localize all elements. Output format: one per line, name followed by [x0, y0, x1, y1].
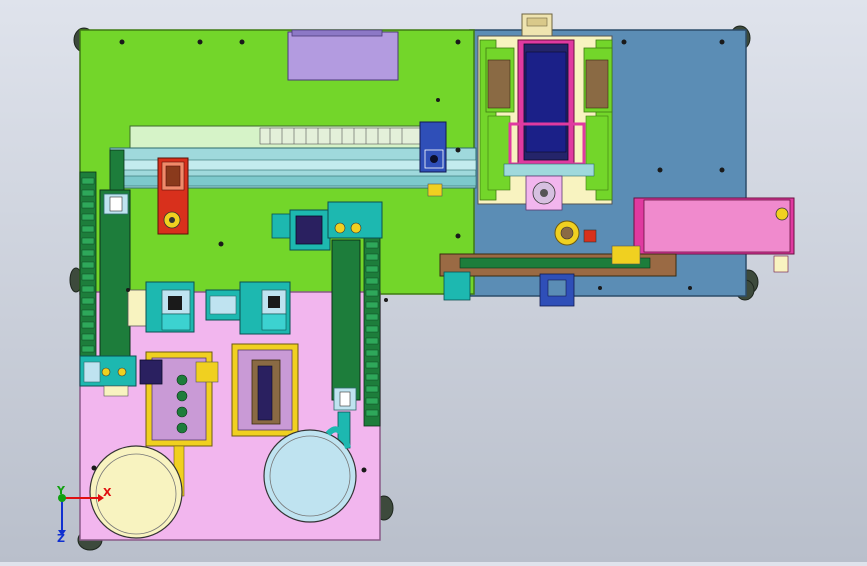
cad-viewport[interactable]: X Y Z: [0, 0, 867, 562]
assembly-drawing: [58, 13, 795, 551]
y-axis-label: Y: [57, 484, 65, 497]
brown-slide-rail: [439, 245, 677, 307]
lavender-housing: [287, 31, 399, 81]
x-axis-label: X: [103, 486, 112, 499]
z-axis-label: Z: [57, 532, 65, 545]
red-carriage: [157, 157, 189, 235]
center-yellow-fixture: [231, 343, 299, 437]
top-connector: [521, 13, 553, 39]
vibratory-bowl-right: [263, 426, 357, 523]
right-module: [477, 35, 613, 211]
